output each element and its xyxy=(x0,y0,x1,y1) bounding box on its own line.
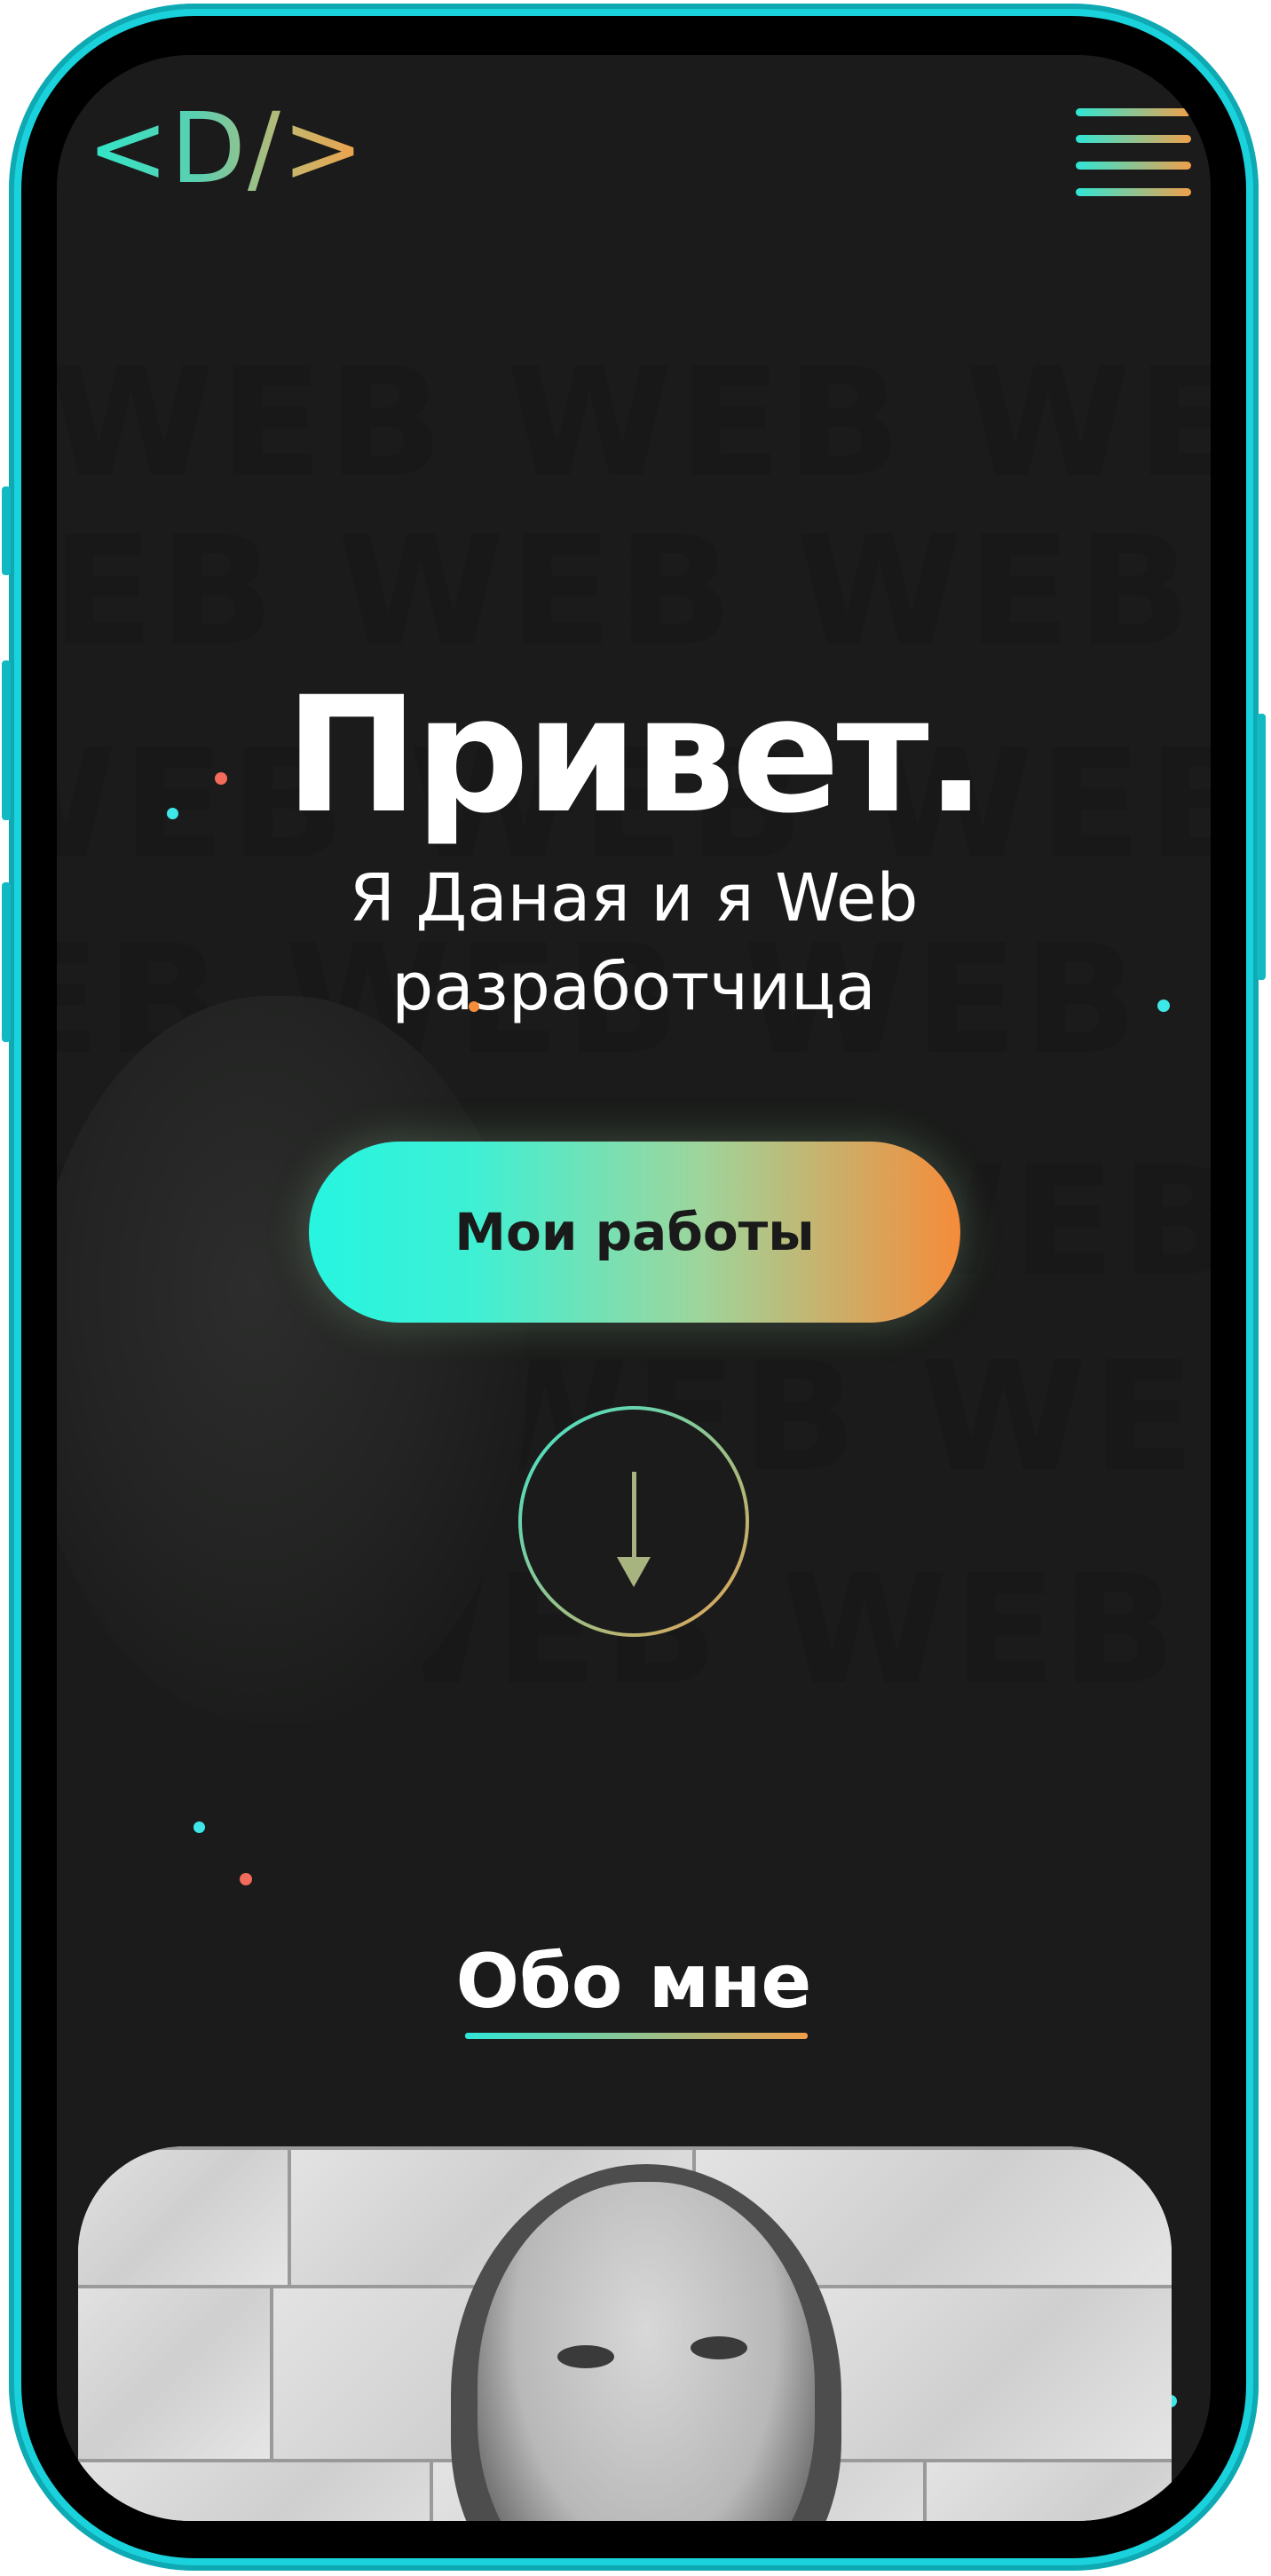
hero-subtitle-line1: Я Даная и я Web xyxy=(349,860,919,936)
about-photo xyxy=(78,2146,1172,2521)
volume-up-button xyxy=(2,660,11,820)
hero-background-portrait xyxy=(57,996,527,1724)
decorative-dot xyxy=(240,1873,252,1885)
decorative-dot xyxy=(215,772,227,785)
decorative-dot xyxy=(469,1001,479,1012)
hero-subtitle-line2: разработчица xyxy=(391,949,876,1025)
decorative-dot xyxy=(167,808,178,819)
scroll-down-button[interactable] xyxy=(518,1406,749,1637)
about-title-underline xyxy=(465,2033,808,2039)
hamburger-menu-icon[interactable] xyxy=(1076,108,1191,197)
site-logo[interactable]: <D/> xyxy=(87,99,366,197)
hero-greeting: Привет. xyxy=(284,663,986,849)
screen: WEB WEB WEB WEB WEB WEB WEB WEB WEB WEB … xyxy=(57,55,1211,2521)
volume-down-button xyxy=(2,882,11,1042)
photo-eye xyxy=(557,2345,614,2368)
mute-switch xyxy=(2,486,11,575)
power-button xyxy=(1257,714,1266,980)
watermark-row: WEB WEB WEB xyxy=(57,504,1197,680)
watermark-row: WEB WEB WEB xyxy=(57,336,1211,511)
about-section-title: Обо мне xyxy=(455,1938,812,2025)
decorative-dot xyxy=(1157,1000,1170,1012)
hero-subtitle: Я Даная и я Web разработчица xyxy=(57,854,1211,1031)
my-works-button[interactable]: Мои работы xyxy=(309,1142,960,1323)
photo-eye xyxy=(691,2336,747,2359)
decorative-dot xyxy=(193,1821,205,1833)
